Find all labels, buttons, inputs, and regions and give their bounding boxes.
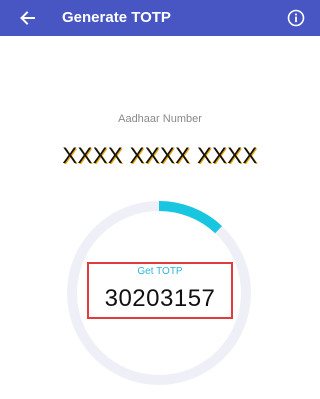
- page-title: Generate TOTP: [62, 9, 171, 26]
- info-circle-icon: [287, 9, 305, 27]
- totp-code: 30203157: [104, 285, 216, 312]
- arrow-left-icon: [20, 11, 35, 25]
- info-button[interactable]: [286, 8, 306, 28]
- get-totp-label[interactable]: Get TOTP: [0, 266, 320, 277]
- aadhaar-number-value: XXXX XXXX XXXX: [62, 143, 258, 168]
- app-bar: Generate TOTP: [0, 0, 320, 36]
- back-button[interactable]: [14, 5, 40, 31]
- aadhaar-number-label: Aadhaar Number: [118, 113, 202, 125]
